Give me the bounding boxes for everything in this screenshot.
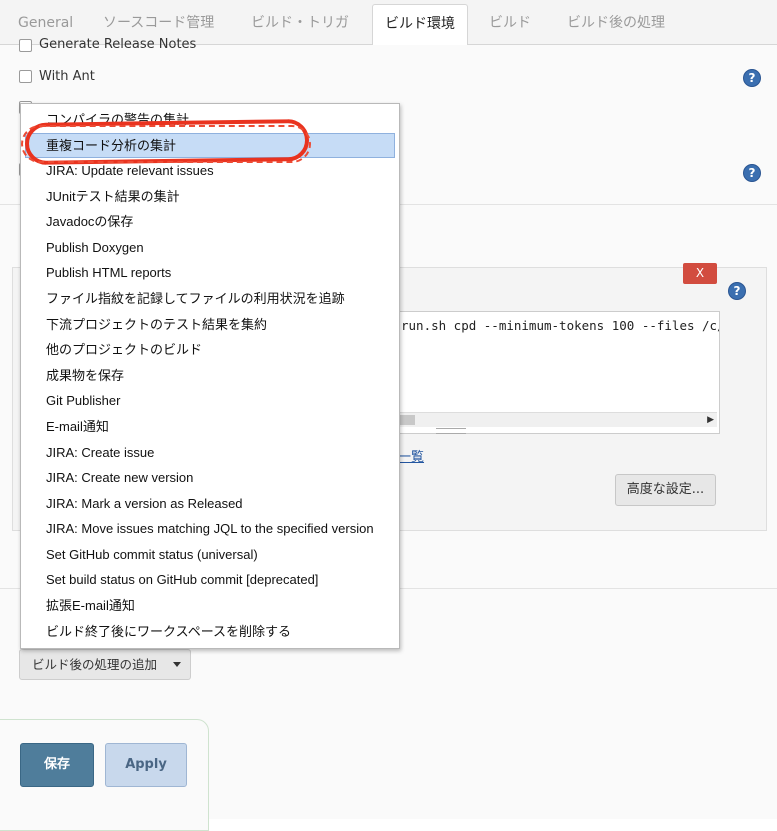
- advanced-settings-button[interactable]: 高度な設定...: [615, 474, 716, 506]
- menu-item-jira-move[interactable]: JIRA: Move issues matching JQL to the sp…: [21, 516, 399, 541]
- tab-post-build[interactable]: ビルド後の処理: [567, 0, 665, 44]
- menu-item-ext-email[interactable]: 拡張E-mail通知: [21, 593, 399, 618]
- menu-item-archive[interactable]: 成果物を保存: [21, 363, 399, 388]
- menu-item-downstream-tests[interactable]: 下流プロジェクトのテスト結果を集約: [21, 312, 399, 337]
- command-text: run.sh cpd --minimum-tokens 100 --files …: [401, 318, 720, 333]
- textarea-resize-handle[interactable]: [436, 428, 466, 434]
- post-build-menu: コンパイラの警告の集計 重複コード分析の集計 JIRA: Update rele…: [20, 103, 400, 649]
- menu-item-email[interactable]: E-mail通知: [21, 414, 399, 439]
- scroll-right-icon[interactable]: ▶: [707, 413, 714, 427]
- command-textarea[interactable]: run.sh cpd --minimum-tokens 100 --files …: [398, 311, 720, 434]
- help-icon[interactable]: ?: [728, 282, 746, 300]
- release-notes-label: Generate Release Notes: [39, 37, 197, 50]
- tab-build[interactable]: ビルド: [489, 0, 531, 44]
- menu-item-git-publisher[interactable]: Git Publisher: [21, 388, 399, 413]
- horizontal-scrollbar[interactable]: ▶: [399, 412, 717, 427]
- menu-item-jira-create-issue[interactable]: JIRA: Create issue: [21, 440, 399, 465]
- highlight-annotation-stroke: [21, 125, 311, 163]
- apply-button[interactable]: Apply: [105, 743, 187, 787]
- tab-build-environment[interactable]: ビルド環境: [372, 4, 468, 46]
- add-post-build-label: ビルド後の処理の追加: [32, 657, 158, 672]
- menu-item-github-build-status[interactable]: Set build status on GitHub commit [depre…: [21, 567, 399, 592]
- chevron-down-icon: [173, 662, 181, 667]
- help-icon[interactable]: ?: [743, 69, 761, 87]
- env-vars-link[interactable]: 一覧: [398, 446, 424, 465]
- scrollbar-thumb[interactable]: [399, 415, 415, 425]
- menu-item-doxygen[interactable]: Publish Doxygen: [21, 235, 399, 260]
- menu-item-fingerprint[interactable]: ファイル指紋を記録してファイルの利用状況を追跡: [21, 286, 399, 311]
- menu-item-jira-new-version[interactable]: JIRA: Create new version: [21, 465, 399, 490]
- menu-item-github-status[interactable]: Set GitHub commit status (universal): [21, 542, 399, 567]
- menu-item-build-other[interactable]: 他のプロジェクトのビルド: [21, 337, 399, 362]
- menu-item-junit[interactable]: JUnitテスト結果の集計: [21, 184, 399, 209]
- save-button[interactable]: 保存: [20, 743, 94, 787]
- with-ant-checkbox[interactable]: [19, 70, 32, 83]
- add-post-build-button[interactable]: ビルド後の処理の追加: [19, 649, 191, 680]
- menu-item-javadoc[interactable]: Javadocの保存: [21, 209, 399, 234]
- delete-step-button[interactable]: X: [683, 263, 717, 284]
- release-notes-checkbox[interactable]: [19, 39, 32, 52]
- menu-item-jira-release[interactable]: JIRA: Mark a version as Released: [21, 491, 399, 516]
- with-ant-label: With Ant: [39, 69, 95, 84]
- help-icon[interactable]: ?: [743, 164, 761, 182]
- menu-item-delete-workspace[interactable]: ビルド終了後にワークスペースを削除する: [21, 619, 399, 644]
- menu-item-html-reports[interactable]: Publish HTML reports: [21, 260, 399, 285]
- tab-build-triggers[interactable]: ビルド・トリガ: [251, 0, 349, 44]
